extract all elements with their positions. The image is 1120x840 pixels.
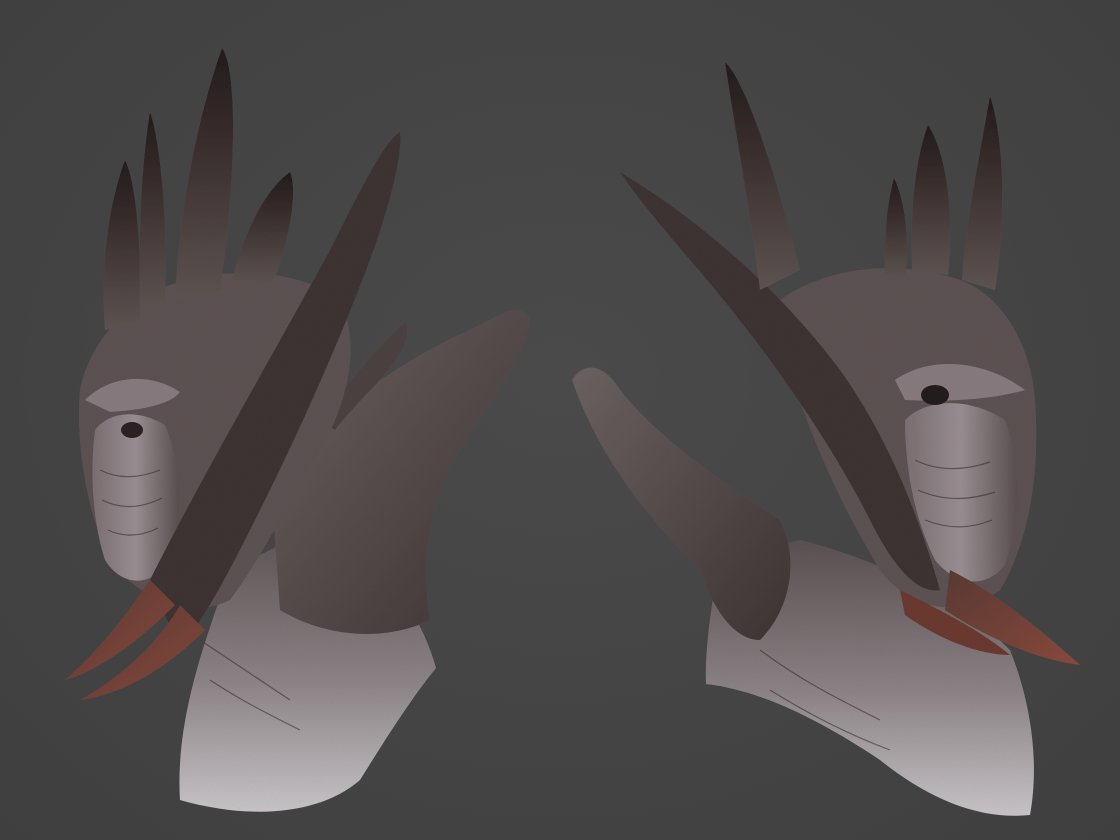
- left-horn-2: [139, 112, 166, 310]
- left-eye: [121, 422, 143, 438]
- right-back-crest: [572, 367, 791, 640]
- right-eye: [921, 385, 949, 405]
- right-view-bust: [572, 62, 1080, 816]
- right-horn-1: [725, 62, 800, 290]
- right-horn-4: [962, 96, 1003, 290]
- left-view-bust: [65, 48, 530, 812]
- render-canvas: [65, 48, 1080, 816]
- right-horn-2: [884, 178, 907, 280]
- 3d-viewport[interactable]: [0, 0, 1120, 840]
- left-horn-4: [232, 172, 294, 285]
- left-horn-3: [175, 48, 234, 300]
- right-horn-3: [911, 125, 951, 275]
- left-horn-1: [103, 160, 141, 330]
